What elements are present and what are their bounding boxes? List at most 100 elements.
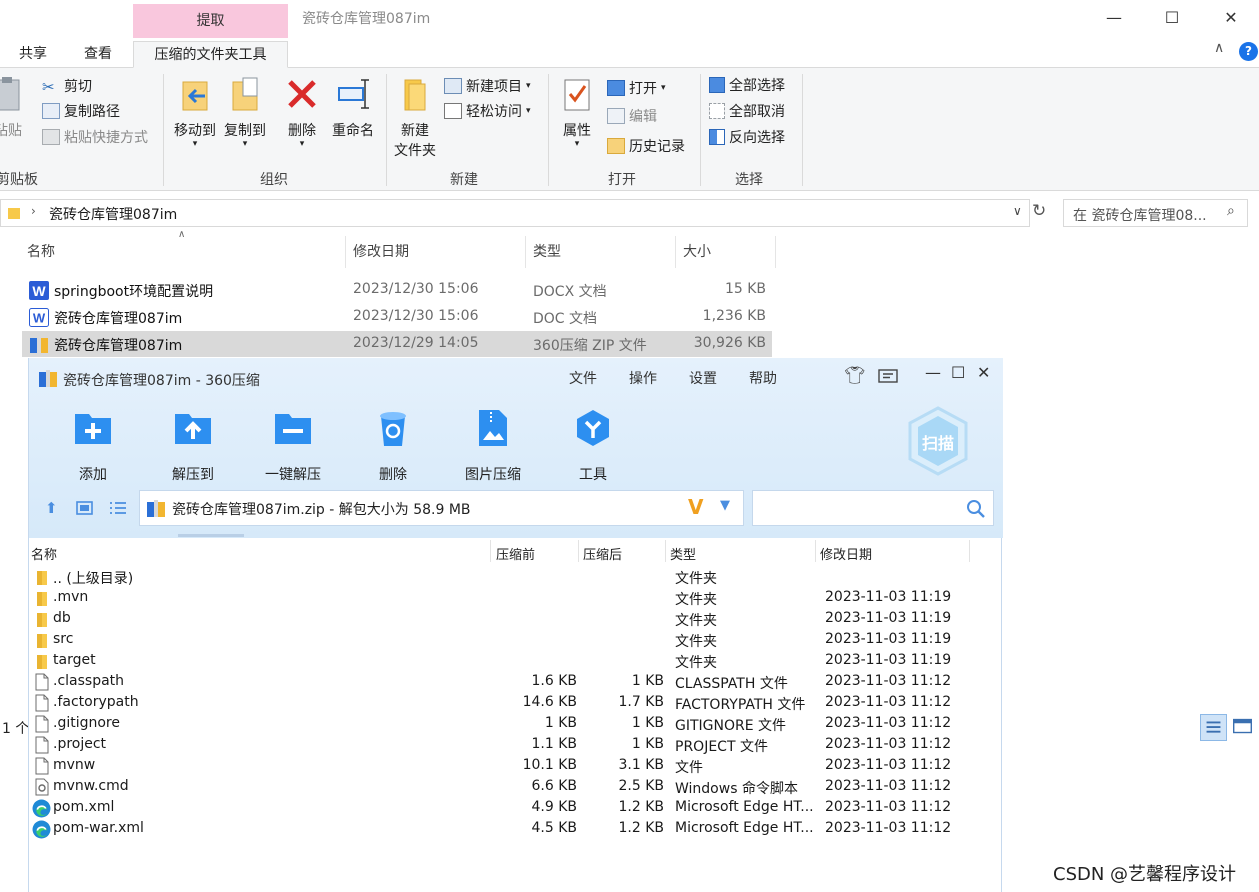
column-date[interactable]: 修改日期 bbox=[353, 236, 409, 268]
zip-item-name: .factorypath bbox=[53, 694, 139, 710]
copy-path-button[interactable]: 复制路径 bbox=[42, 100, 120, 122]
zip-list-item[interactable]: mvnw.cmd 6.6 KB 2.5 KB Windows 命令脚本 2023-11-… bbox=[29, 777, 1003, 798]
cmd-icon bbox=[35, 778, 49, 796]
scroll-thumb[interactable] bbox=[178, 534, 244, 537]
image-compress-button[interactable]: 图片压缩 bbox=[448, 408, 538, 484]
select-all-button[interactable]: 全部选择 bbox=[709, 74, 785, 96]
zip-item-date: 2023-11-03 11:12 bbox=[825, 820, 952, 836]
search-input[interactable]: 在 瓷砖仓库管理08... ⌕ bbox=[1063, 199, 1248, 227]
maximize-button[interactable]: ☐ bbox=[1157, 5, 1187, 31]
search-icon: ⌕ bbox=[1227, 203, 1235, 219]
zip-list-item[interactable]: db 文件夹 2023-11-03 11:19 bbox=[29, 609, 1003, 630]
list-view-icon[interactable] bbox=[109, 501, 127, 515]
skin-shirt-icon[interactable]: 👕︎ bbox=[844, 366, 866, 386]
delete-button[interactable]: 删除 ▾ bbox=[282, 76, 322, 149]
zip-list-item[interactable]: target 文件夹 2023-11-03 11:19 bbox=[29, 651, 1003, 672]
folder-icon bbox=[37, 613, 47, 627]
thumbnail-view-icon[interactable] bbox=[76, 501, 93, 515]
zip-column-type[interactable]: 类型 bbox=[670, 544, 696, 563]
chevron-up-icon[interactable]: ∧ bbox=[1214, 40, 1224, 56]
extract-to-button[interactable]: 解压到 bbox=[148, 408, 238, 484]
dropdown-arrow-icon: ▾ bbox=[299, 139, 305, 149]
tab-view[interactable]: 查看 bbox=[73, 41, 123, 68]
zip-delete-button[interactable]: 删除 bbox=[348, 408, 438, 484]
zip-list-item[interactable]: src 文件夹 2023-11-03 11:19 bbox=[29, 630, 1003, 651]
tab-extract[interactable]: 提取 bbox=[133, 4, 288, 38]
zip-list-item[interactable]: .. (上级目录) 文件夹 bbox=[29, 567, 1003, 588]
history-button[interactable]: 历史记录 bbox=[607, 135, 685, 157]
scan-button[interactable]: 扫描 bbox=[907, 406, 969, 476]
column-type[interactable]: 类型 bbox=[533, 236, 561, 268]
file-row-selected[interactable]: 瓷砖仓库管理087im 2023/12/29 14:05 360压缩 ZIP 文… bbox=[22, 331, 772, 357]
zip-list-item[interactable]: pom.xml 4.9 KB 1.2 KB Microsoft Edge HT... 2… bbox=[29, 798, 1003, 819]
zip-item-before: 1 KB bbox=[544, 715, 577, 731]
file-row[interactable]: W springboot环境配置说明 2023/12/30 15:06 DOCX… bbox=[22, 277, 772, 303]
menu-help[interactable]: 帮助 bbox=[749, 368, 777, 388]
file-row[interactable]: W 瓷砖仓库管理087im 2023/12/30 15:06 DOC 文档 1,… bbox=[22, 304, 772, 330]
minimize-button[interactable]: — bbox=[925, 363, 941, 382]
move-to-button[interactable]: 移动到 ▾ bbox=[170, 76, 220, 149]
refresh-icon[interactable]: ↻ bbox=[1032, 201, 1046, 221]
zip-icon bbox=[147, 500, 165, 517]
rename-button[interactable]: 重命名 bbox=[328, 76, 378, 140]
tab-compressed-folder-tools[interactable]: 压缩的文件夹工具 bbox=[133, 41, 288, 68]
copy-to-button[interactable]: 复制到 ▾ bbox=[220, 76, 270, 149]
zip-search-input[interactable] bbox=[752, 490, 994, 526]
close-button[interactable]: ✕ bbox=[977, 363, 990, 382]
invert-selection-icon bbox=[709, 129, 725, 145]
message-icon[interactable] bbox=[878, 369, 898, 385]
details-view-button[interactable] bbox=[1200, 714, 1227, 741]
zip-list-item[interactable]: .factorypath 14.6 KB 1.7 KB FACTORYPATH 文件 2… bbox=[29, 693, 1003, 714]
new-folder-button[interactable]: 新建 文件夹 bbox=[390, 76, 440, 160]
large-icons-view-button[interactable] bbox=[1230, 714, 1257, 741]
zip-path-bar[interactable]: 瓷砖仓库管理087im.zip - 解包大小为 58.9 MB V ▼ bbox=[139, 490, 744, 526]
column-name[interactable]: 名称 bbox=[27, 236, 55, 268]
select-none-button[interactable]: 全部取消 bbox=[709, 100, 785, 122]
zip-column-before[interactable]: 压缩前 bbox=[496, 544, 535, 563]
address-bar[interactable]: › 瓷砖仓库管理087im ∨ bbox=[0, 199, 1030, 227]
chevron-down-icon[interactable]: ∨ bbox=[1013, 204, 1022, 218]
add-button[interactable]: 添加 bbox=[48, 408, 138, 484]
zip-list-item[interactable]: .gitignore 1 KB 1 KB GITIGNORE 文件 2023-11-03… bbox=[29, 714, 1003, 735]
zip-window: 瓷砖仓库管理087im - 360压缩 文件 操作 设置 帮助 👕︎ — ☐ ✕… bbox=[28, 358, 1003, 892]
easy-access-button[interactable]: 轻松访问 ▾ bbox=[444, 100, 531, 122]
cut-button[interactable]: ✂ 剪切 bbox=[42, 75, 92, 97]
edit-label: 编辑 bbox=[629, 109, 657, 125]
zip-column-name[interactable]: 名称 bbox=[31, 544, 57, 563]
help-icon[interactable]: ? bbox=[1239, 42, 1258, 61]
maximize-button[interactable]: ☐ bbox=[951, 363, 965, 382]
zip-list-item[interactable]: mvnw 10.1 KB 3.1 KB 文件 2023-11-03 11:12 bbox=[29, 756, 1003, 777]
paste-button[interactable]: 粘贴 bbox=[0, 76, 28, 140]
zip-column-date[interactable]: 修改日期 bbox=[820, 544, 872, 563]
tools-button[interactable]: 工具 bbox=[548, 408, 638, 484]
zip-item-date: 2023-11-03 11:19 bbox=[825, 589, 952, 605]
zip-item-date: 2023-11-03 11:12 bbox=[825, 799, 952, 815]
up-arrow-icon[interactable]: ⬆︎ bbox=[45, 499, 58, 517]
invert-selection-button[interactable]: 反向选择 bbox=[709, 126, 785, 148]
one-click-extract-button[interactable]: 一键解压 bbox=[248, 408, 338, 484]
open-button[interactable]: 打开 ▾ bbox=[607, 77, 666, 99]
new-item-button[interactable]: 新建项目 ▾ bbox=[444, 75, 531, 97]
zip-list-item[interactable]: pom-war.xml 4.5 KB 1.2 KB Microsoft Edge HT… bbox=[29, 819, 1003, 840]
menu-settings[interactable]: 设置 bbox=[689, 368, 717, 388]
zip-list-item[interactable]: .classpath 1.6 KB 1 KB CLASSPATH 文件 2023-11-… bbox=[29, 672, 1003, 693]
dropdown-arrow-icon[interactable]: ▼ bbox=[720, 498, 730, 513]
minimize-button[interactable]: — bbox=[1099, 5, 1129, 31]
properties-button[interactable]: 属性 ▾ bbox=[557, 76, 597, 149]
paste-shortcut-button[interactable]: 粘贴快捷方式 bbox=[42, 126, 148, 148]
zip-column-after[interactable]: 压缩后 bbox=[583, 544, 622, 563]
divider bbox=[675, 236, 676, 268]
menu-operation[interactable]: 操作 bbox=[629, 368, 657, 388]
edit-button[interactable]: 编辑 bbox=[607, 105, 657, 127]
zip-item-type: 文件 bbox=[675, 760, 703, 776]
new-item-icon bbox=[444, 78, 462, 94]
close-button[interactable]: ✕ bbox=[1216, 5, 1246, 31]
zip-item-before: 4.5 KB bbox=[531, 820, 578, 836]
menu-file[interactable]: 文件 bbox=[569, 368, 597, 388]
svg-text:W: W bbox=[33, 311, 46, 326]
tab-share[interactable]: 共享 bbox=[8, 41, 58, 68]
zip-item-type: 文件夹 bbox=[675, 655, 717, 671]
zip-list-item[interactable]: .project 1.1 KB 1 KB PROJECT 文件 2023-11-03 1… bbox=[29, 735, 1003, 756]
column-size[interactable]: 大小 bbox=[683, 236, 711, 268]
zip-list-item[interactable]: .mvn 文件夹 2023-11-03 11:19 bbox=[29, 588, 1003, 609]
